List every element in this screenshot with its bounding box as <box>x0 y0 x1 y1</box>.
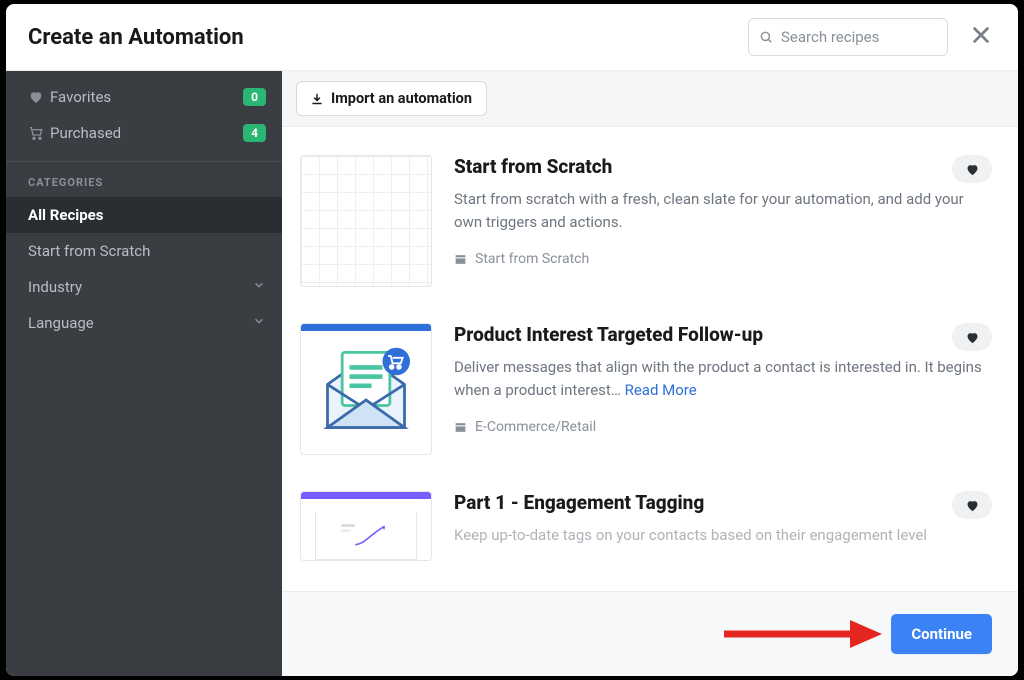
category-icon <box>454 253 467 266</box>
import-button-label: Import an automation <box>331 90 472 107</box>
heart-icon <box>28 89 50 105</box>
download-icon <box>311 93 323 105</box>
recipe-category: Start from Scratch <box>454 251 992 267</box>
recipe-title: Product Interest Targeted Follow-up <box>454 323 940 346</box>
modal-body: Favorites 0 Purchased 4 CATEGORIES All R… <box>6 71 1018 676</box>
recipe-category: E-Commerce/Retail <box>454 419 992 435</box>
recipe-card[interactable]: Part 1 - Engagement Tagging Keep up-to-d… <box>300 481 998 561</box>
recipe-list[interactable]: Start from Scratch Start from scratch wi… <box>282 127 1018 591</box>
sidebar-item-start-from-scratch[interactable]: Start from Scratch <box>6 233 282 269</box>
close-button[interactable] <box>966 23 996 51</box>
purchased-count-badge: 4 <box>243 124 266 142</box>
recipe-card[interactable]: Start from Scratch Start from scratch wi… <box>300 145 998 313</box>
recipe-thumbnail <box>300 491 432 561</box>
recipe-description-text: Deliver messages that align with the pro… <box>454 358 982 399</box>
recipe-category-label: E-Commerce/Retail <box>475 419 596 435</box>
recipe-description: Keep up-to-date tags on your contacts ba… <box>454 524 992 547</box>
sidebar-categories-heading: CATEGORIES <box>6 170 282 197</box>
sidebar-item-label: Industry <box>28 278 252 296</box>
envelope-icon <box>311 334 421 444</box>
modal-footer: Continue <box>282 591 1018 676</box>
recipe-body: Part 1 - Engagement Tagging Keep up-to-d… <box>454 491 992 561</box>
sidebar-favorites[interactable]: Favorites 0 <box>6 79 282 115</box>
heart-icon <box>965 330 980 345</box>
chevron-down-icon <box>252 278 266 296</box>
favorites-count-badge: 0 <box>243 88 266 106</box>
create-automation-modal: Create an Automation Favorites 0 Purchas… <box>6 4 1018 676</box>
category-icon <box>454 421 467 434</box>
sidebar-favorites-label: Favorites <box>50 88 243 106</box>
read-more-link[interactable]: Read More <box>625 381 697 399</box>
modal-title: Create an Automation <box>28 25 748 50</box>
favorite-button[interactable] <box>952 323 992 351</box>
recipe-description: Deliver messages that align with the pro… <box>454 356 992 401</box>
sidebar-item-label: Start from Scratch <box>28 242 266 260</box>
search-input[interactable] <box>781 28 937 46</box>
continue-button[interactable]: Continue <box>891 614 992 654</box>
chevron-down-icon <box>252 314 266 332</box>
sidebar-purchased[interactable]: Purchased 4 <box>6 115 282 151</box>
main-panel: Import an automation Start from Scratch <box>282 71 1018 676</box>
search-icon <box>759 29 773 45</box>
recipe-title: Start from Scratch <box>454 155 940 178</box>
toolbar: Import an automation <box>282 71 1018 127</box>
sidebar-purchased-label: Purchased <box>50 124 243 142</box>
cart-icon <box>28 125 50 141</box>
sidebar-item-label: All Recipes <box>28 206 266 224</box>
recipe-description: Start from scratch with a fresh, clean s… <box>454 188 992 233</box>
import-automation-button[interactable]: Import an automation <box>296 81 487 116</box>
heart-icon <box>965 498 980 513</box>
heart-icon <box>965 162 980 177</box>
sidebar-item-label: Language <box>28 314 252 332</box>
search-recipes[interactable] <box>748 18 948 56</box>
sidebar-divider <box>6 161 282 162</box>
recipe-thumbnail <box>300 323 432 455</box>
sidebar: Favorites 0 Purchased 4 CATEGORIES All R… <box>6 71 282 676</box>
annotation-arrow <box>722 614 882 654</box>
recipe-body: Start from Scratch Start from scratch wi… <box>454 155 992 287</box>
favorite-button[interactable] <box>952 491 992 519</box>
chart-icon <box>326 522 406 549</box>
sidebar-item-industry[interactable]: Industry <box>6 269 282 305</box>
close-icon <box>970 24 992 46</box>
recipe-category-label: Start from Scratch <box>475 251 589 267</box>
recipe-title: Part 1 - Engagement Tagging <box>454 491 940 514</box>
recipe-thumbnail <box>300 155 432 287</box>
modal-header: Create an Automation <box>6 4 1018 71</box>
recipe-body: Product Interest Targeted Follow-up Deli… <box>454 323 992 455</box>
sidebar-item-language[interactable]: Language <box>6 305 282 341</box>
sidebar-item-all-recipes[interactable]: All Recipes <box>6 197 282 233</box>
favorite-button[interactable] <box>952 155 992 183</box>
recipe-card[interactable]: Product Interest Targeted Follow-up Deli… <box>300 313 998 481</box>
